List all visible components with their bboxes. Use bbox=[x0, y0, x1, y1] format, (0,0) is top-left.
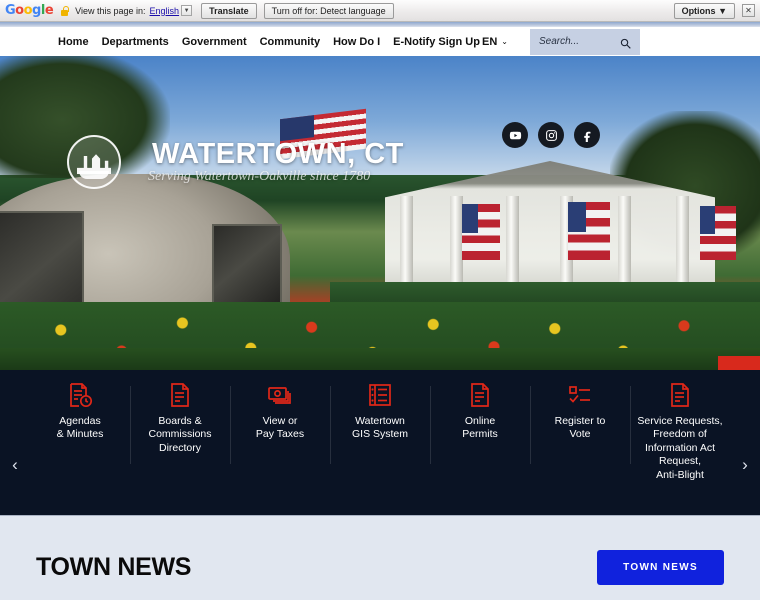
translate-bar-right: Options ▼ ✕ bbox=[673, 2, 755, 19]
youtube-icon[interactable] bbox=[502, 122, 528, 148]
gazebo-column bbox=[400, 196, 413, 296]
hero-flag bbox=[568, 202, 610, 260]
nav-departments[interactable]: Departments bbox=[102, 36, 169, 48]
nav-government[interactable]: Government bbox=[182, 36, 247, 48]
quick-link-watertown-gis-system[interactable]: Watertown GIS System bbox=[330, 382, 430, 464]
language-selector-label: EN bbox=[482, 35, 498, 48]
gazebo-column bbox=[676, 196, 689, 296]
town-news-header: TOWN NEWS TOWN NEWS bbox=[36, 550, 724, 585]
share-button[interactable]: SHARE bbox=[718, 356, 760, 370]
document-clock-icon bbox=[67, 382, 93, 408]
hero-banner: WATERTOWN, CT Serving Watertown-Oakville… bbox=[0, 56, 760, 370]
translate-button[interactable]: Translate bbox=[201, 2, 257, 19]
hero-flag bbox=[700, 206, 736, 260]
translate-options-label: Options bbox=[681, 5, 716, 16]
page-title: WATERTOWN, CT bbox=[152, 138, 404, 170]
google-logo-letter: o bbox=[15, 3, 24, 18]
quick-link-agendas-minutes[interactable]: Agendas & Minutes bbox=[30, 382, 130, 442]
search-icon[interactable] bbox=[620, 36, 631, 49]
quick-link-online-permits[interactable]: Online Permits bbox=[430, 382, 530, 464]
google-logo-letter: o bbox=[23, 3, 33, 18]
town-news-heading: TOWN NEWS bbox=[36, 553, 192, 581]
instagram-icon[interactable] bbox=[538, 122, 564, 148]
chevron-down-icon[interactable]: ▼ bbox=[181, 5, 193, 16]
close-icon[interactable]: ✕ bbox=[742, 4, 755, 17]
document-icon bbox=[167, 382, 193, 408]
hero-plaque bbox=[212, 224, 282, 312]
nav-community[interactable]: Community bbox=[260, 36, 321, 48]
translate-prompt: View this page in: bbox=[75, 5, 146, 16]
language-selector[interactable]: EN ⌄ bbox=[482, 36, 508, 48]
nav-how-do-i[interactable]: How Do I bbox=[333, 36, 380, 48]
facebook-icon[interactable] bbox=[574, 122, 600, 148]
chevron-down-icon: ▼ bbox=[718, 5, 727, 16]
translate-language-link[interactable]: English bbox=[150, 6, 180, 16]
gazebo-column bbox=[618, 196, 631, 296]
google-logo-letter: e bbox=[44, 3, 54, 18]
search-placeholder: Search... bbox=[539, 36, 580, 47]
google-logo-letter: g bbox=[32, 3, 41, 18]
google-logo-letter: G bbox=[5, 3, 16, 18]
navbar-right: EN ⌄ Search... bbox=[482, 28, 760, 55]
nav-home[interactable]: Home bbox=[58, 36, 89, 48]
hero-lawn bbox=[0, 348, 760, 370]
quick-link-label: View or Pay Taxes bbox=[255, 415, 305, 441]
quick-links-carousel: ‹ Agendas & Minutes Boards & Commissions… bbox=[0, 370, 760, 492]
town-news-button[interactable]: TOWN NEWS bbox=[597, 550, 724, 585]
money-stack-icon bbox=[267, 382, 293, 408]
turn-off-translate-button[interactable]: Turn off for: Detect language bbox=[263, 2, 394, 19]
town-news-section: TOWN NEWS TOWN NEWS July 17, 2024 bbox=[0, 516, 760, 600]
hero-flag bbox=[462, 204, 500, 260]
search-input[interactable]: Search... bbox=[530, 28, 640, 55]
translate-options-button[interactable]: Options ▼ bbox=[673, 2, 735, 19]
chevron-down-icon: ⌄ bbox=[501, 37, 508, 46]
nav-enotify-sign-up[interactable]: E-Notify Sign Up bbox=[393, 36, 480, 48]
quick-links-band-filler bbox=[0, 492, 760, 516]
quick-link-register-to-vote[interactable]: Register to Vote bbox=[530, 382, 630, 464]
site-navbar: Home Departments Government Community Ho… bbox=[0, 27, 760, 56]
document-lines-icon bbox=[467, 382, 493, 408]
gazebo-column bbox=[506, 196, 519, 296]
quick-link-label: Watertown GIS System bbox=[351, 415, 408, 441]
carousel-prev-button[interactable]: ‹ bbox=[0, 455, 30, 475]
quick-link-service-requests[interactable]: Service Requests, Freedom of Information… bbox=[630, 382, 730, 482]
google-logo: Google bbox=[5, 3, 54, 18]
quick-link-boards-commissions-directory[interactable]: Boards & Commissions Directory bbox=[130, 382, 230, 465]
google-translate-bar: Google View this page in: English ▼ Tran… bbox=[0, 0, 760, 22]
quick-links-list: Agendas & Minutes Boards & Commissions D… bbox=[30, 382, 730, 492]
quick-link-view-or-pay-taxes[interactable]: View or Pay Taxes bbox=[230, 382, 330, 464]
checklist-icon bbox=[567, 382, 593, 408]
town-seal bbox=[67, 135, 121, 189]
quick-link-label: Agendas & Minutes bbox=[56, 415, 104, 441]
document-lines-icon bbox=[667, 382, 693, 408]
primary-nav: Home Departments Government Community Ho… bbox=[58, 36, 480, 48]
quick-link-label: Boards & Commissions Directory bbox=[148, 415, 212, 454]
quick-link-label: Register to Vote bbox=[554, 415, 606, 441]
social-links bbox=[502, 122, 600, 148]
quick-link-label: Online Permits bbox=[462, 415, 498, 441]
share-icon bbox=[733, 369, 746, 370]
hero-tagline: Serving Watertown-Oakville since 1780 bbox=[148, 169, 371, 184]
lock-icon bbox=[60, 6, 69, 16]
carousel-next-button[interactable]: › bbox=[730, 455, 760, 475]
quick-link-label: Service Requests, Freedom of Information… bbox=[637, 415, 723, 481]
list-grid-icon bbox=[367, 382, 393, 408]
